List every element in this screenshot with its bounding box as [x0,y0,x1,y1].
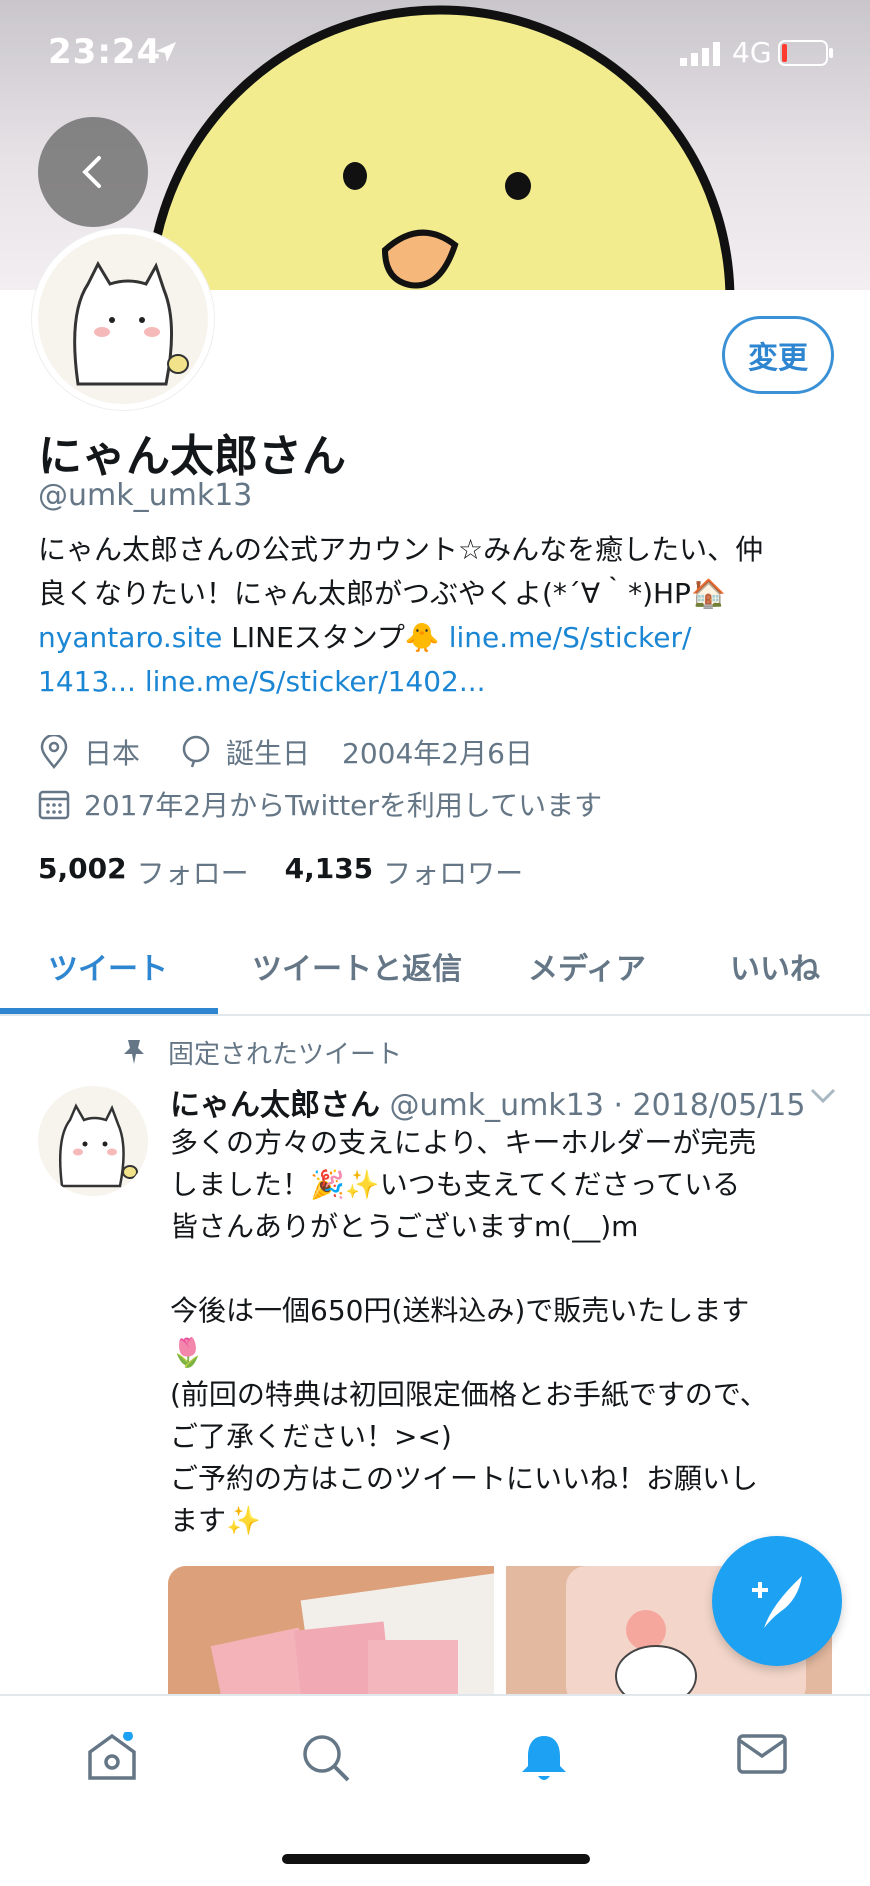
search-icon [303,1735,350,1782]
tab-tweets-replies[interactable]: ツイートと返信 [252,944,462,988]
bio-line: nyantaro.site LINEスタンプ🐥 line.me/S/sticke… [38,616,838,660]
status-time: 23:24 [48,32,162,72]
nav-search[interactable] [300,1732,352,1786]
bio-text: LINEスタンプ🐥 [222,621,449,654]
home-indicator [282,1854,590,1864]
nav-notifications[interactable] [518,1732,570,1788]
birthday-label: 誕生日 [226,737,311,770]
website-link[interactable]: nyantaro.site [38,621,222,654]
follow-counts: 5,002 フォロー 4,135 フォロワー [38,852,559,892]
network-label: 4G [732,36,772,69]
location-text: 日本 [84,737,141,770]
followers-count[interactable]: 4,135 [285,852,374,892]
calendar-icon [38,790,70,820]
home-icon [88,1731,136,1780]
tweet-media-1[interactable] [168,1566,494,1696]
handle: @umk_umk13 [38,478,253,513]
joined-text: 2017年2月からTwitterを利用しています [84,789,603,822]
media-photo-keychains [168,1566,494,1696]
profile-meta-row: 日本 誕生日 2004年2月6日 [38,732,533,772]
tweet-meta: @umk_umk13 · 2018/05/15 [380,1088,806,1123]
signal-icon [680,42,720,66]
active-tab-indicator [0,1008,218,1014]
tweet-header: にゃん太郎さん @umk_umk13 · 2018/05/15 [170,1080,805,1124]
chevron-down-icon[interactable] [808,1086,838,1106]
avatar[interactable] [32,228,214,410]
bell-icon [522,1736,566,1780]
pin-icon [124,1040,144,1064]
tab-tweets[interactable]: ツイート [48,944,168,988]
display-name: にゃん太郎さん [38,431,346,482]
sticker-link-2[interactable]: line.me/S/sticker/1402... [145,665,486,698]
birthday-text: 2004年2月6日 [342,737,533,770]
tweet-avatar-illustration [38,1086,148,1196]
sticker-link[interactable]: line.me/S/sticker/ [449,621,692,654]
status-bar: 23:24 4G [0,0,870,100]
edit-profile-button[interactable]: 変更 [722,316,834,394]
bio-line: にゃん太郎さんの公式アカウント☆みんなを癒したい、仲 [38,533,764,566]
avatar-cat-illustration [38,234,208,404]
balloon-icon [182,735,210,768]
location-arrow-icon [156,42,176,62]
compose-feather-icon [752,1576,802,1628]
following-count[interactable]: 5,002 [38,852,127,892]
battery-icon [778,40,833,66]
profile-tabs: ツイート ツイートと返信 メディア いいね [0,910,870,1016]
tab-likes[interactable]: いいね [730,944,820,988]
profile-bio: にゃん太郎さんの公式アカウント☆みんなを癒したい、仲 良くなりたい！にゃん太郎が… [38,528,838,704]
tweet-avatar[interactable] [38,1086,148,1196]
back-button[interactable] [38,117,148,227]
following-label[interactable]: フォロー [137,852,249,892]
bio-line: 良くなりたい！にゃん太郎がつぶやくよ(*´∀｀*)HP🏠 [38,577,726,610]
pinned-label: 固定されたツイート [168,1040,403,1070]
compose-tweet-button[interactable] [712,1536,842,1666]
location-pin-icon [40,735,68,769]
tweet-author[interactable]: にゃん太郎さん [170,1088,380,1123]
joined-row: 2017年2月からTwitterを利用しています [38,784,602,824]
tab-media[interactable]: メディア [528,944,646,988]
tweet-text: 多くの方々の支えにより、キーホルダーが完売 しました！🎉✨いつも支えてくださって… [170,1126,768,1537]
chevron-left-icon [82,156,101,188]
sticker-link-cont[interactable]: 1413... [38,665,136,698]
nav-messages[interactable] [736,1732,788,1782]
mail-icon [737,1734,787,1774]
nav-home[interactable] [86,1731,138,1786]
bio-line: 1413... line.me/S/sticker/1402... [38,660,838,704]
followers-label[interactable]: フォロワー [383,852,523,892]
